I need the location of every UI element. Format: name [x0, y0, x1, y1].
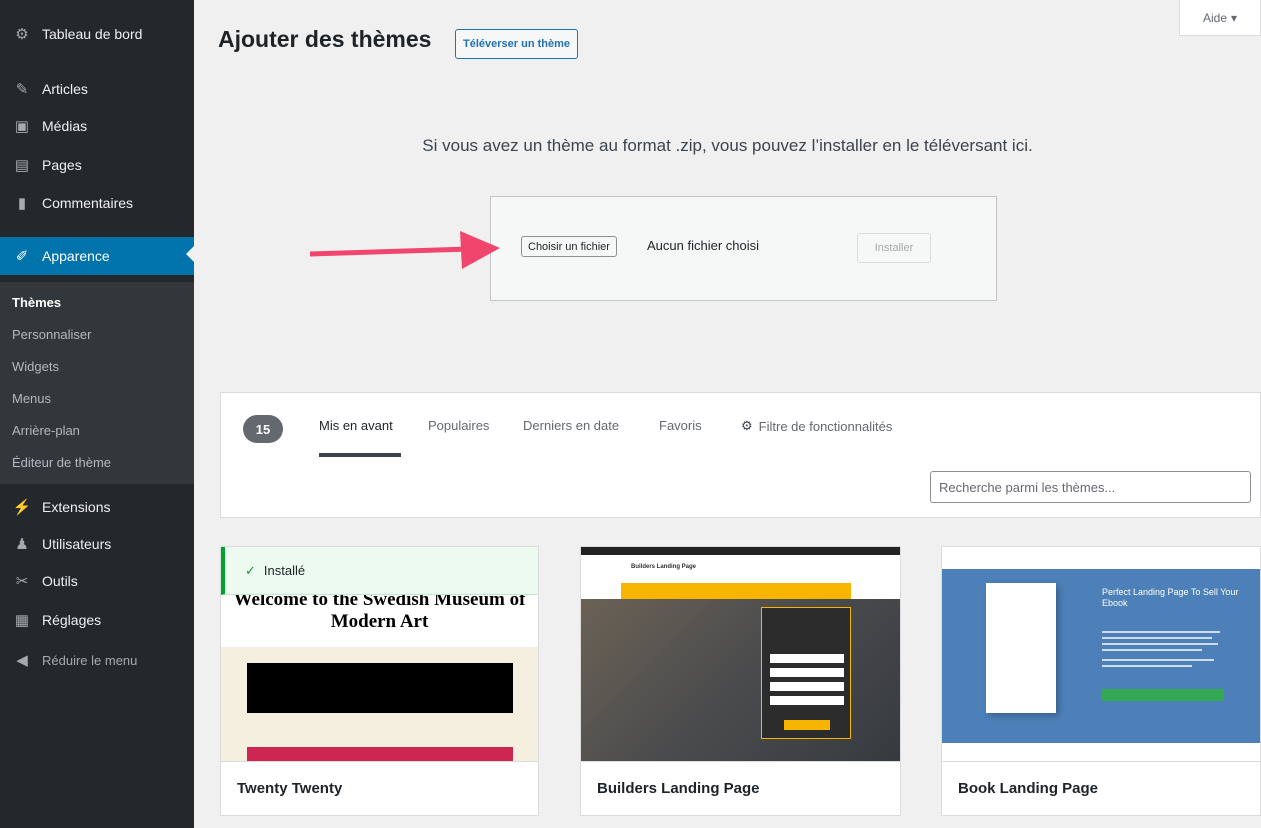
media-icon: ▣	[14, 118, 30, 135]
appearance-submenu: Thèmes Personnaliser Widgets Menus Arriè…	[0, 282, 194, 484]
tab-featured[interactable]: Mis en avant	[319, 418, 393, 433]
main-content: Ajouter des thèmes Téléverser un thème A…	[194, 0, 1261, 828]
submenu-item-customize[interactable]: Personnaliser	[0, 319, 194, 351]
preview-text-lines	[1102, 631, 1220, 667]
menu-label: Articles	[42, 81, 88, 97]
theme-card-twenty-twenty[interactable]: Welcome to the Swedish Museum of Modern …	[220, 546, 539, 816]
preview-field	[770, 668, 844, 677]
pushpin-icon: ✎	[15, 81, 29, 98]
preview-field	[770, 696, 844, 705]
settings-icon: ▦	[14, 612, 30, 629]
preview-hero: Perfect Landing Page To Sell Your Ebook	[942, 569, 1260, 743]
feature-filter-button[interactable]: ⚙ Filtre de fonctionnalités	[741, 418, 892, 434]
plugin-icon: ⚡	[12, 499, 32, 516]
preview-heading: Perfect Landing Page To Sell Your Ebook	[1102, 587, 1239, 608]
preview-hero	[581, 599, 900, 763]
pages-icon: ▤	[14, 157, 30, 174]
theme-search-input[interactable]	[930, 471, 1251, 503]
menu-item-comments[interactable]: ▮ Commentaires	[0, 186, 194, 220]
annotation-arrow	[310, 231, 500, 269]
theme-name: Book Landing Page	[942, 761, 1260, 815]
theme-card-book-landing-page[interactable]: Perfect Landing Page To Sell Your Ebook …	[941, 546, 1261, 816]
preview-info-bar	[247, 663, 513, 713]
preview-submit	[784, 720, 830, 730]
submenu-item-background[interactable]: Arrière-plan	[0, 415, 194, 447]
menu-label: Médias	[42, 118, 88, 134]
help-tab[interactable]: Aide ▾	[1179, 0, 1261, 36]
wrench-icon: ✂	[15, 573, 29, 590]
preview-cta	[1102, 689, 1224, 701]
menu-item-users[interactable]: ♟ Utilisateurs	[0, 527, 194, 561]
upload-theme-button[interactable]: Téléverser un thème	[455, 29, 578, 59]
collapse-icon: ◀	[16, 652, 28, 669]
collapse-menu-button[interactable]: ◀ Réduire le menu	[0, 643, 194, 677]
preview-band	[221, 647, 538, 763]
help-label: Aide	[1202, 10, 1227, 25]
paintbrush-icon: ✐	[15, 248, 29, 265]
submenu-item-theme-editor[interactable]: Éditeur de thème	[0, 447, 194, 479]
active-tab-underline	[319, 453, 401, 457]
menu-label: Réduire le menu	[42, 652, 138, 668]
theme-card-builders-landing-page[interactable]: Builders Landing Page Builders Landing P…	[580, 546, 901, 816]
preview-nav	[621, 583, 851, 599]
preview-topbar	[581, 547, 900, 555]
menu-label: Outils	[42, 573, 78, 589]
preview-header: Builders Landing Page	[581, 555, 900, 583]
checkmark-icon: ✓	[245, 562, 256, 578]
menu-label: Commentaires	[42, 195, 134, 211]
preview-field	[770, 654, 844, 663]
menu-label: Extensions	[42, 499, 111, 515]
theme-screenshot: Welcome to the Swedish Museum of Modern …	[221, 547, 538, 763]
page-title: Ajouter des thèmes	[218, 26, 432, 52]
submenu-item-themes[interactable]: Thèmes	[0, 287, 194, 319]
menu-item-plugins[interactable]: ⚡ Extensions	[0, 490, 194, 524]
menu-label: Tableau de bord	[42, 26, 143, 42]
theme-screenshot: Builders Landing Page	[581, 547, 900, 763]
users-icon: ♟	[15, 536, 29, 553]
feature-filter-label: Filtre de fonctionnalités	[758, 418, 893, 434]
caret-down-icon: ▾	[1231, 10, 1238, 25]
submenu-item-menus[interactable]: Menus	[0, 383, 194, 415]
tab-popular[interactable]: Populaires	[428, 418, 489, 433]
menu-label: Réglages	[42, 612, 102, 628]
preview-heading: Welcome to the Swedish Museum of Modern …	[233, 589, 526, 632]
menu-item-pages[interactable]: ▤ Pages	[0, 148, 194, 182]
menu-label: Apparence	[42, 248, 110, 264]
theme-filter-bar: 15 Mis en avant Populaires Derniers en d…	[220, 392, 1261, 518]
menu-item-tools[interactable]: ✂ Outils	[0, 564, 194, 598]
installed-notice: ✓ Installé	[221, 547, 538, 595]
no-file-label: Aucun fichier choisi	[647, 238, 759, 253]
preview-brand: Builders Landing Page	[631, 564, 697, 570]
install-button[interactable]: Installer	[857, 233, 931, 263]
preview-field	[770, 682, 844, 691]
dashboard-icon: ⚙	[15, 26, 29, 43]
menu-item-appearance[interactable]: ✐ Apparence	[0, 237, 194, 275]
installed-label: Installé	[263, 563, 306, 578]
menu-item-articles[interactable]: ✎ Articles	[0, 72, 194, 106]
upload-description: Si vous avez un thème au format .zip, vo…	[422, 136, 1033, 155]
preview-book-cover	[986, 583, 1056, 713]
theme-count-badge: 15	[243, 415, 283, 443]
menu-item-medias[interactable]: ▣ Médias	[0, 109, 194, 143]
admin-sidebar: ⚙ Tableau de bord ✎ Articles ▣ Médias ▤ …	[0, 0, 194, 828]
preview-form	[761, 607, 851, 739]
gear-icon: ⚙	[741, 418, 753, 433]
menu-item-settings[interactable]: ▦ Réglages	[0, 603, 194, 637]
tab-favorites[interactable]: Favoris	[659, 418, 702, 433]
choose-file-button[interactable]: Choisir un fichier	[521, 236, 617, 257]
theme-screenshot: Perfect Landing Page To Sell Your Ebook	[942, 547, 1260, 763]
menu-label: Utilisateurs	[42, 536, 112, 552]
theme-name: Builders Landing Page	[581, 761, 900, 815]
submenu-item-widgets[interactable]: Widgets	[0, 351, 194, 383]
tab-latest[interactable]: Derniers en date	[523, 418, 619, 433]
theme-name: Twenty Twenty	[221, 761, 538, 815]
menu-label: Pages	[42, 157, 82, 173]
upload-form: Choisir un fichier Aucun fichier choisi …	[490, 196, 997, 301]
comment-icon: ▮	[17, 195, 27, 212]
menu-item-dashboard[interactable]: ⚙ Tableau de bord	[0, 17, 194, 51]
